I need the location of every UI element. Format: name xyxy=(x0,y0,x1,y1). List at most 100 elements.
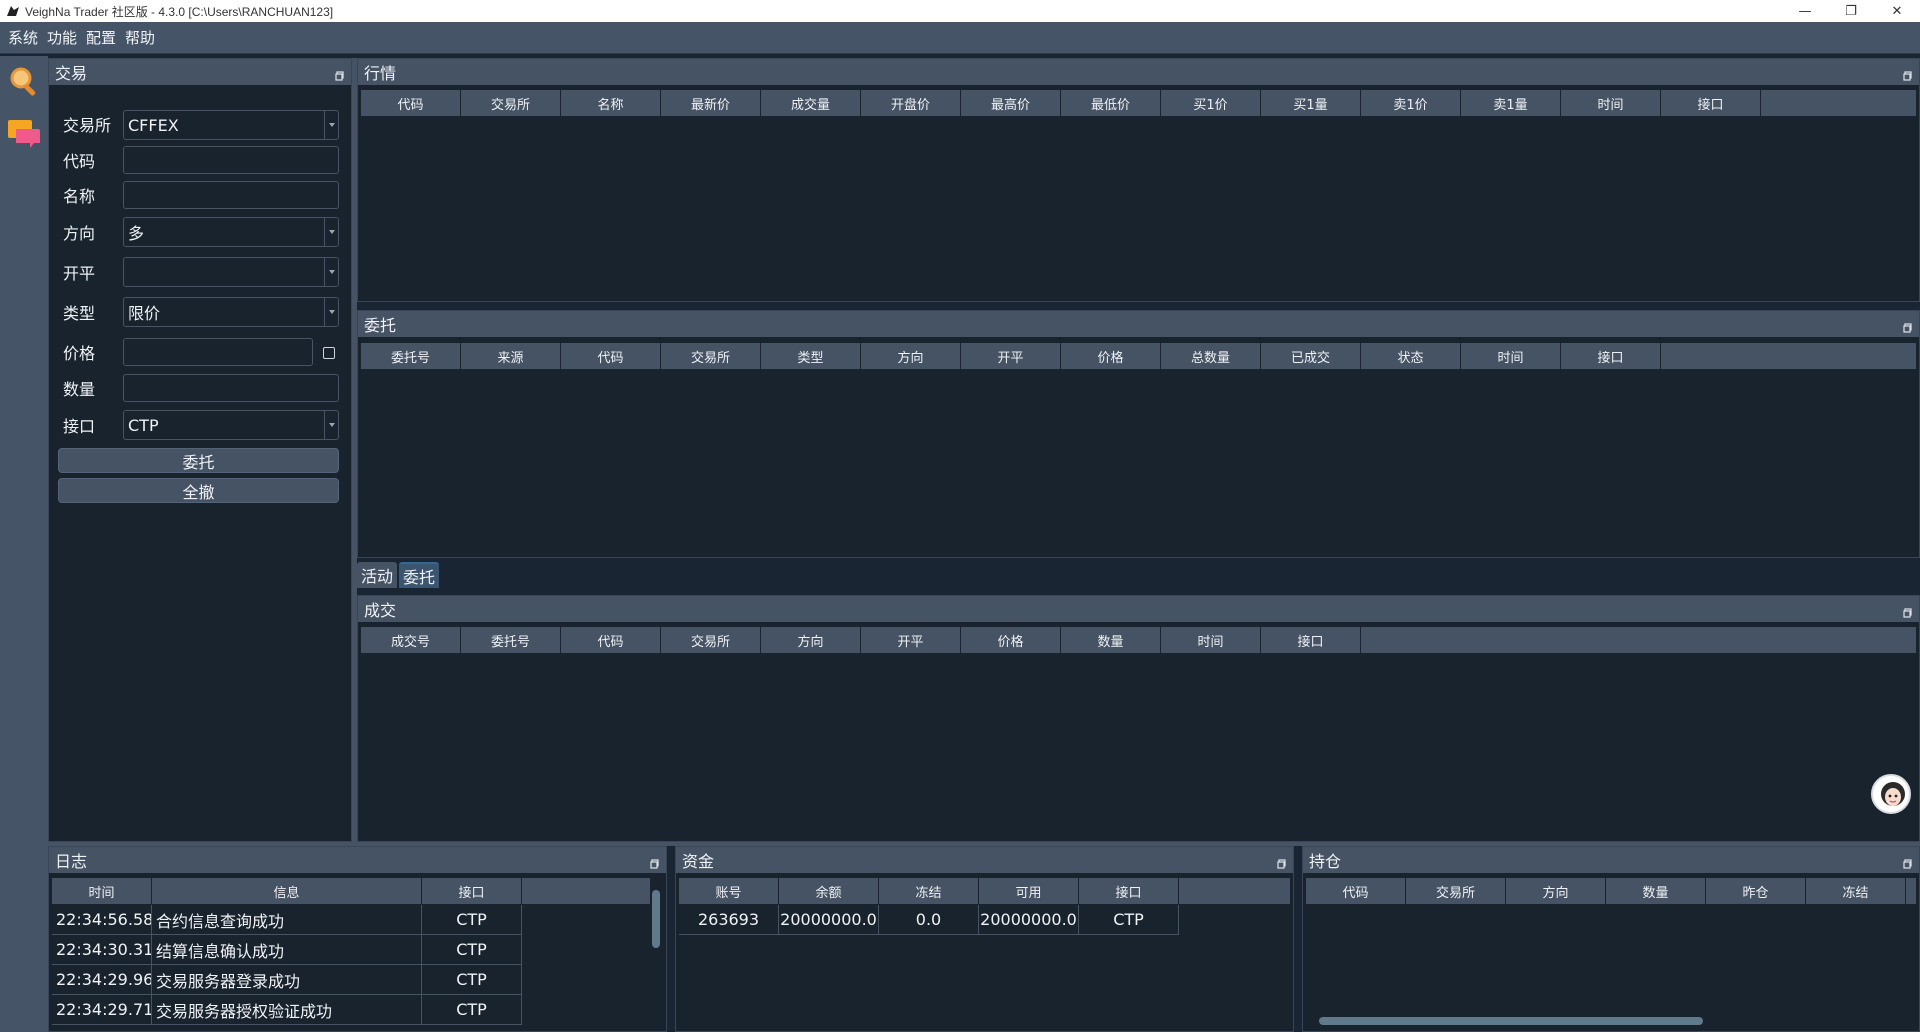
assistant-avatar[interactable] xyxy=(1871,774,1911,814)
trade-col-5[interactable]: 开平 xyxy=(861,627,961,653)
type-select[interactable]: 限价 xyxy=(123,297,339,327)
dock-float-icon[interactable] xyxy=(650,854,660,869)
cancel-all-button[interactable]: 全撤 xyxy=(58,478,339,503)
order-col-6[interactable]: 开平 xyxy=(961,343,1061,369)
position-col-symbol[interactable]: 代码 xyxy=(1306,878,1406,904)
dock-float-icon[interactable] xyxy=(335,66,345,81)
scrollbar-thumb[interactable] xyxy=(1319,1017,1703,1025)
order-col-7[interactable]: 价格 xyxy=(1061,343,1161,369)
tick-col-2[interactable]: 名称 xyxy=(561,90,661,116)
symbol-input[interactable] xyxy=(123,146,339,174)
order-col-0[interactable]: 委托号 xyxy=(361,343,461,369)
trade-col-3[interactable]: 交易所 xyxy=(661,627,761,653)
exchange-value: CFFEX xyxy=(128,115,179,135)
account-col-available[interactable]: 可用 xyxy=(979,878,1079,904)
send-order-button[interactable]: 委托 xyxy=(58,448,339,473)
tick-col-13[interactable]: 接口 xyxy=(1661,90,1761,116)
order-col-1[interactable]: 来源 xyxy=(461,343,561,369)
order-col-12[interactable]: 接口 xyxy=(1561,343,1661,369)
restore-button[interactable]: ❐ xyxy=(1828,0,1874,22)
exchange-select[interactable]: CFFEX xyxy=(123,110,339,140)
contract-search-icon[interactable] xyxy=(4,62,44,102)
tick-col-7[interactable]: 最低价 xyxy=(1061,90,1161,116)
tick-col-8[interactable]: 买1价 xyxy=(1161,90,1261,116)
position-horizontal-scrollbar[interactable] xyxy=(1311,1015,1911,1027)
minimize-button[interactable]: — xyxy=(1782,0,1828,22)
account-frozen-cell: 0.0 xyxy=(879,905,979,935)
trade-col-1[interactable]: 委托号 xyxy=(461,627,561,653)
trade-table-header: 成交号 委托号 代码 交易所 方向 开平 价格 数量 时间 接口 xyxy=(361,627,1916,653)
dock-float-icon[interactable] xyxy=(1903,854,1913,869)
trade-col-0[interactable]: 成交号 xyxy=(361,627,461,653)
tick-col-1[interactable]: 交易所 xyxy=(461,90,561,116)
table-row[interactable]: 22:34:56.583 合约信息查询成功 CTP xyxy=(52,905,522,935)
tick-col-10[interactable]: 卖1价 xyxy=(1361,90,1461,116)
tick-col-5[interactable]: 开盘价 xyxy=(861,90,961,116)
menu-bar: 系统 功能 配置 帮助 xyxy=(0,22,1920,54)
tick-col-3[interactable]: 最新价 xyxy=(661,90,761,116)
trade-col-4[interactable]: 方向 xyxy=(761,627,861,653)
table-row[interactable]: 22:34:29.961 交易服务器登录成功 CTP xyxy=(52,965,522,995)
tick-col-11[interactable]: 卖1量 xyxy=(1461,90,1561,116)
log-message-cell: 交易服务器登录成功 xyxy=(152,965,422,995)
order-col-9[interactable]: 已成交 xyxy=(1261,343,1361,369)
table-row[interactable]: 263693 20000000.0 0.0 20000000.0 CTP xyxy=(679,905,1179,935)
tab-all-orders[interactable]: 委托 xyxy=(399,562,440,588)
table-row[interactable]: 22:34:30.314 结算信息确认成功 CTP xyxy=(52,935,522,965)
volume-input[interactable] xyxy=(123,374,339,402)
name-input[interactable] xyxy=(123,181,339,209)
dock-float-icon[interactable] xyxy=(1903,318,1913,333)
position-panel: 持仓 代码 交易所 方向 数量 昨仓 冻结 xyxy=(1302,846,1920,1032)
trade-col-2[interactable]: 代码 xyxy=(561,627,661,653)
order-col-8[interactable]: 总数量 xyxy=(1161,343,1261,369)
position-col-volume[interactable]: 数量 xyxy=(1606,878,1706,904)
menu-system[interactable]: 系统 xyxy=(4,27,42,48)
scrollbar-thumb[interactable] xyxy=(652,890,660,948)
menu-help[interactable]: 帮助 xyxy=(121,27,159,48)
position-col-yd-volume[interactable]: 昨仓 xyxy=(1706,878,1806,904)
price-input[interactable] xyxy=(123,338,313,366)
direction-select[interactable]: 多 xyxy=(123,217,339,247)
account-col-gateway[interactable]: 接口 xyxy=(1079,878,1179,904)
tick-col-0[interactable]: 代码 xyxy=(361,90,461,116)
dock-float-icon[interactable] xyxy=(1277,854,1287,869)
order-col-4[interactable]: 类型 xyxy=(761,343,861,369)
log-col-time[interactable]: 时间 xyxy=(52,878,152,904)
tick-col-4[interactable]: 成交量 xyxy=(761,90,861,116)
order-col-5[interactable]: 方向 xyxy=(861,343,961,369)
trade-col-8[interactable]: 时间 xyxy=(1161,627,1261,653)
tick-col-9[interactable]: 买1量 xyxy=(1261,90,1361,116)
trade-list-panel-header: 成交 xyxy=(358,596,1919,622)
trade-col-6[interactable]: 价格 xyxy=(961,627,1061,653)
trade-col-filler xyxy=(1361,627,1916,653)
table-row[interactable]: 22:34:29.718 交易服务器授权验证成功 CTP xyxy=(52,995,522,1025)
order-col-3[interactable]: 交易所 xyxy=(661,343,761,369)
tick-col-12[interactable]: 时间 xyxy=(1561,90,1661,116)
log-vertical-scrollbar[interactable] xyxy=(650,878,662,1028)
order-col-11[interactable]: 时间 xyxy=(1461,343,1561,369)
account-col-id[interactable]: 账号 xyxy=(679,878,779,904)
dock-float-icon[interactable] xyxy=(1903,603,1913,618)
close-button[interactable]: ✕ xyxy=(1874,0,1920,22)
offset-select[interactable] xyxy=(123,257,339,287)
gateway-select[interactable]: CTP xyxy=(123,410,339,440)
name-label: 名称 xyxy=(63,187,96,206)
log-col-gateway[interactable]: 接口 xyxy=(422,878,522,904)
log-col-message[interactable]: 信息 xyxy=(152,878,422,904)
price-follow-checkbox[interactable] xyxy=(323,347,335,359)
account-col-frozen[interactable]: 冻结 xyxy=(879,878,979,904)
menu-function[interactable]: 功能 xyxy=(43,27,81,48)
tab-active-orders[interactable]: 活动 xyxy=(357,562,398,588)
dock-float-icon[interactable] xyxy=(1903,66,1913,81)
order-col-10[interactable]: 状态 xyxy=(1361,343,1461,369)
position-col-exchange[interactable]: 交易所 xyxy=(1406,878,1506,904)
chat-support-icon[interactable] xyxy=(4,114,44,154)
account-col-balance[interactable]: 余额 xyxy=(779,878,879,904)
tick-col-6[interactable]: 最高价 xyxy=(961,90,1061,116)
order-col-2[interactable]: 代码 xyxy=(561,343,661,369)
position-col-direction[interactable]: 方向 xyxy=(1506,878,1606,904)
position-col-frozen[interactable]: 冻结 xyxy=(1806,878,1906,904)
menu-config[interactable]: 配置 xyxy=(82,27,120,48)
trade-col-9[interactable]: 接口 xyxy=(1261,627,1361,653)
trade-col-7[interactable]: 数量 xyxy=(1061,627,1161,653)
